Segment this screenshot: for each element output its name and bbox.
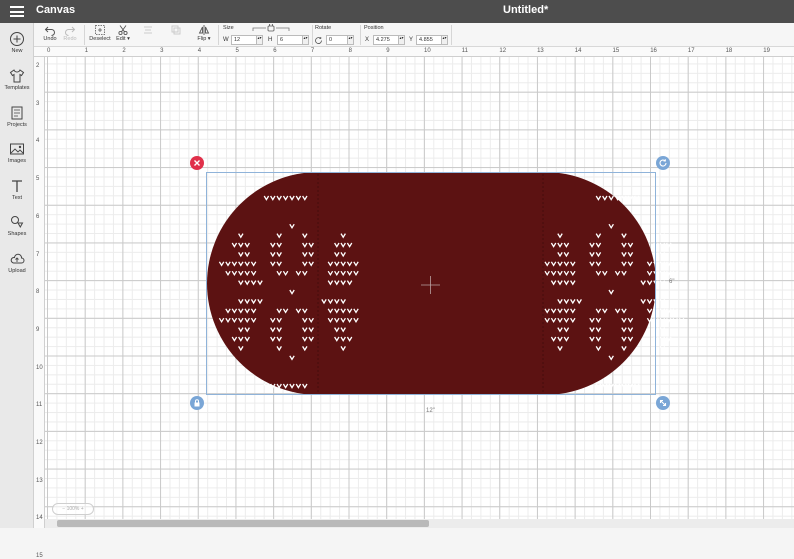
scrollbar-thumb[interactable] (57, 520, 429, 527)
knit-stitch (666, 242, 672, 248)
zoom-in-icon[interactable]: + (81, 506, 84, 512)
knit-stitch (659, 308, 666, 314)
knit-stitch (672, 261, 678, 267)
knit-stitch (672, 308, 678, 314)
rotate-handle-icon[interactable] (656, 156, 670, 170)
knit-stitch (678, 261, 685, 267)
knit-stitch (678, 317, 685, 324)
ruler-tick-label: 15 (36, 553, 43, 559)
height-dimension-label: 6" (669, 279, 675, 285)
knit-stitch (666, 261, 672, 267)
knit-stitch (659, 252, 666, 258)
knit-stitch (659, 261, 666, 267)
knit-stitch (672, 317, 678, 324)
knit-stitch (659, 270, 666, 277)
delete-handle-icon[interactable] (190, 156, 204, 170)
knit-stitch (659, 327, 666, 333)
knit-stitch (666, 317, 672, 324)
horizontal-scrollbar[interactable] (45, 519, 794, 528)
resize-handle-icon[interactable] (656, 396, 670, 410)
knit-stitch (666, 308, 672, 314)
zoom-out-icon[interactable]: − (62, 506, 65, 512)
lock-handle-icon[interactable] (190, 396, 204, 410)
knit-stitch (666, 270, 672, 277)
knit-stitch (659, 346, 666, 352)
knit-stitch (659, 242, 666, 248)
zoom-control[interactable]: − 100% + (52, 503, 94, 515)
knit-stitch (672, 270, 678, 277)
selection-bounding-box (206, 172, 656, 395)
width-dimension-label: 12" (426, 408, 435, 414)
knit-stitch (659, 336, 666, 342)
knit-stitch (659, 280, 666, 286)
knit-stitch (659, 317, 666, 324)
zoom-level: 100% (66, 506, 80, 512)
knit-stitch (659, 299, 666, 305)
knit-stitch (666, 336, 672, 342)
knit-stitch (659, 233, 666, 239)
